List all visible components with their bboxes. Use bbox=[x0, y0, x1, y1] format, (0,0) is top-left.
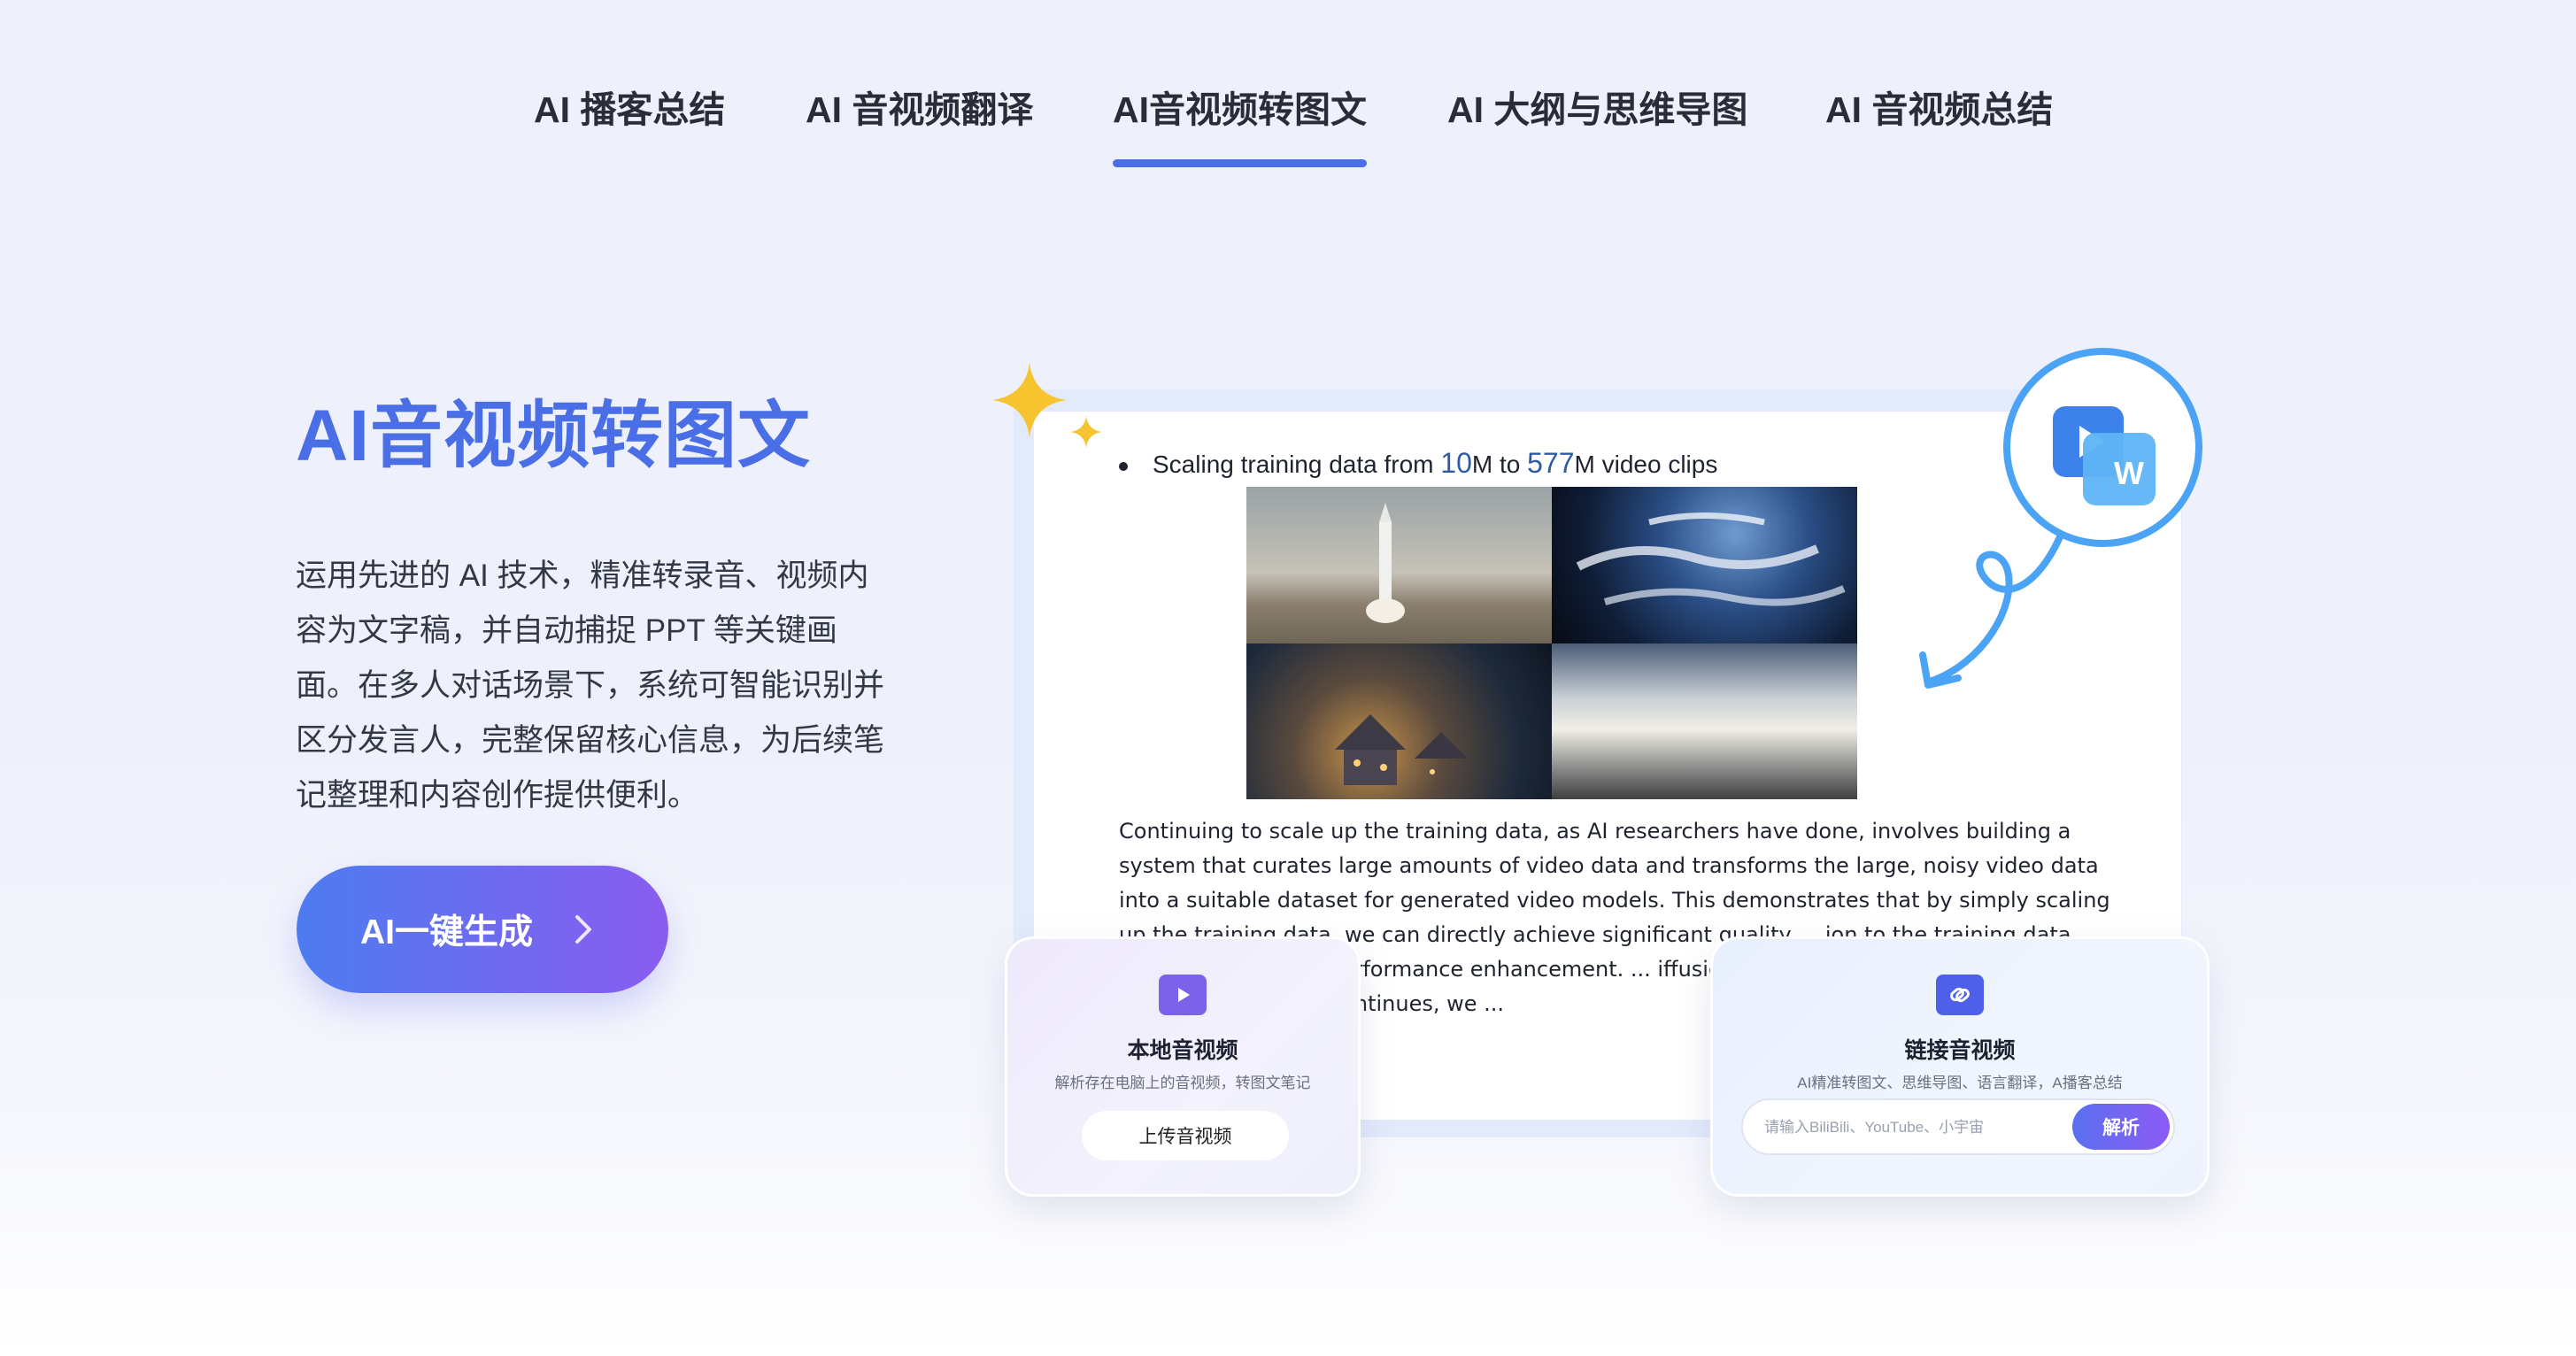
bullet-mid: M to bbox=[1471, 451, 1528, 478]
upload-av-button[interactable]: 上传音视频 bbox=[1082, 1111, 1289, 1160]
bullet-number-1: 10 bbox=[1440, 447, 1472, 479]
tab-av-translation[interactable]: AI 音视频翻译 bbox=[806, 80, 1033, 133]
tab-outline-mindmap[interactable]: AI 大纲与思维导图 bbox=[1447, 80, 1747, 133]
word-letter: W bbox=[2114, 455, 2144, 491]
link-av-card: 链接音视频 AI精准转图文、思维导图、语言翻译，A播客总结 解析 bbox=[1710, 936, 2210, 1197]
video-url-input[interactable] bbox=[1762, 1100, 2076, 1155]
video-frames-grid bbox=[1246, 487, 1857, 799]
hero-title: AI音视频转图文 bbox=[296, 396, 812, 476]
tab-av-summary[interactable]: AI 音视频总结 bbox=[1825, 80, 2053, 133]
bullet-suffix: M video clips bbox=[1574, 451, 1718, 478]
tab-podcast-summary[interactable]: AI 播客总结 bbox=[534, 80, 725, 133]
bullet-prefix: Scaling training data from bbox=[1153, 451, 1441, 478]
ai-generate-label: AI一键生成 bbox=[360, 913, 534, 952]
sparkle-icon bbox=[992, 363, 1102, 448]
bullet-dot bbox=[1119, 461, 1128, 471]
loop-arrow-icon bbox=[1919, 528, 2066, 689]
link-card-title: 链接音视频 bbox=[1904, 1038, 2016, 1063]
document-bullet: Scaling training data from 10M to 577M v… bbox=[1119, 447, 1717, 480]
url-input-box: 解析 bbox=[1741, 1098, 2175, 1155]
play-icon bbox=[1159, 975, 1207, 1015]
local-card-title: 本地音视频 bbox=[1127, 1038, 1238, 1063]
local-card-subtitle: 解析存在电脑上的音视频，转图文笔记 bbox=[1054, 1075, 1311, 1091]
ai-generate-button[interactable]: AI一键生成 bbox=[297, 866, 668, 993]
sky-image bbox=[1552, 643, 1857, 799]
link-card-subtitle: AI精准转图文、思维导图、语言翻译，A播客总结 bbox=[1797, 1075, 2123, 1091]
rocket-image bbox=[1246, 487, 1552, 643]
earth-image bbox=[1552, 487, 1857, 643]
hero-description: 运用先进的 AI 技术，精准转录音、视频内容为文字稿，并自动捕捉 PPT 等关键… bbox=[296, 559, 885, 813]
video-to-word-badge: W bbox=[2003, 348, 2202, 547]
tab-av-to-text[interactable]: AI音视频转图文 bbox=[1113, 80, 1367, 167]
local-av-card: 本地音视频 解析存在电脑上的音视频，转图文笔记 上传音视频 bbox=[1005, 936, 1361, 1197]
feature-tabs: AI 播客总结 AI 音视频翻译 AI音视频转图文 AI 大纲与思维导图 AI … bbox=[0, 53, 2576, 177]
link-icon bbox=[1936, 975, 1984, 1015]
chevron-right-icon bbox=[575, 915, 592, 944]
bullet-number-2: 577 bbox=[1527, 447, 1575, 479]
village-image bbox=[1246, 643, 1552, 799]
video-to-word-icon bbox=[2053, 406, 2156, 505]
parse-button[interactable]: 解析 bbox=[2072, 1104, 2170, 1150]
